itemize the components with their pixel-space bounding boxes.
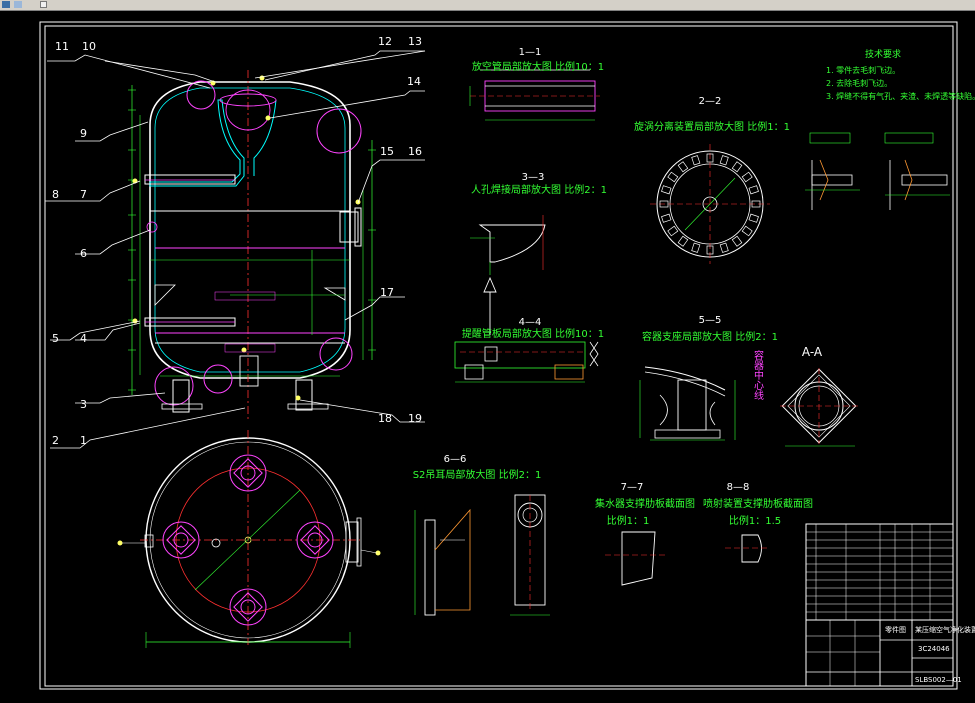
callout-2[interactable]: 2 <box>52 434 59 447</box>
callout-7[interactable]: 7 <box>80 188 87 201</box>
section-7-7: 7—7 <box>621 482 644 493</box>
cad-drawing-canvas[interactable]: 11 10 12 13 14 9 8 7 6 5 4 3 2 1 15 16 1… <box>0 10 975 703</box>
gear-tooth <box>731 235 743 247</box>
section-1-1-title: 放空管局部放大图 比例10：1 <box>472 60 604 73</box>
section-8-8: 8—8 <box>727 482 750 493</box>
detail-1-1 <box>469 69 600 121</box>
tech-req-title: 技术要求 <box>865 48 901 60</box>
gear-tooth <box>667 225 679 237</box>
detail-a-a <box>780 368 858 447</box>
detail-6-6 <box>414 494 550 616</box>
gear-tooth <box>661 213 672 223</box>
gear-tooth <box>691 155 701 166</box>
callout-9[interactable]: 9 <box>80 127 87 140</box>
callout-10[interactable]: 10 <box>82 40 96 53</box>
section-8-8-title: 喷射装置支撑肋板截面图 <box>703 497 813 510</box>
vessel-centerline-label: 容器中心线 <box>752 349 764 400</box>
section-5-5-title: 容器支座局部放大图 比例2：1 <box>642 330 778 343</box>
document-icon[interactable] <box>40 1 47 8</box>
section-3-3-title: 人孔焊接局部放大图 比例2：1 <box>471 183 607 196</box>
detail-8-8 <box>725 534 768 563</box>
section-2-2: 2—2 <box>699 96 722 107</box>
callout-6[interactable]: 6 <box>80 247 87 260</box>
title-block-name: 某压缩空气净化装置 <box>915 625 975 634</box>
section-labels: 1—1 放空管局部放大图 比例10：1 2—2 旋涡分离装置局部放大图 比例1：… <box>413 47 823 527</box>
gear-tooth <box>677 235 689 247</box>
callout-3[interactable]: 3 <box>80 398 87 411</box>
section-7-7-title: 集水器支撑肋板截面图 <box>595 497 695 510</box>
callout-11[interactable]: 11 <box>55 40 69 53</box>
gear-tooth <box>719 155 729 166</box>
callout-15[interactable]: 15 <box>380 145 394 158</box>
section-3-3: 3—3 <box>522 172 545 183</box>
callout-4[interactable]: 4 <box>80 332 87 345</box>
callout-numbers: 11 10 12 13 14 9 8 7 6 5 4 3 2 1 15 16 1… <box>52 35 422 447</box>
gear-tooth <box>731 161 743 173</box>
callout-19[interactable]: 19 <box>408 412 422 425</box>
detail-5-5 <box>639 366 736 441</box>
app-icon[interactable] <box>2 1 10 8</box>
callout-16[interactable]: 16 <box>408 145 422 158</box>
gear-tooth <box>741 225 753 237</box>
vessel-elevation <box>128 70 376 420</box>
detail-4-4 <box>454 341 599 383</box>
vessel-plan-view <box>117 430 381 648</box>
section-4-4: 4—4 <box>519 317 542 328</box>
section-2-2-title: 旋涡分离装置局部放大图 比例1：1 <box>634 120 790 133</box>
title-block-number: SLBS002—01 <box>915 676 962 684</box>
detail-7-7 <box>605 531 665 586</box>
section-8-8-scale: 比例1：1.5 <box>729 514 781 527</box>
section-6-6: 6—6 <box>444 454 467 465</box>
gear-tooth <box>661 185 672 195</box>
toolbar-icon[interactable] <box>14 1 22 8</box>
detail-2-2 <box>650 144 770 264</box>
section-a-a: A-A <box>802 345 823 359</box>
gear-tooth <box>667 171 679 183</box>
title-block-drawing: 3C24046 <box>918 645 950 653</box>
title-block-text: 零件图 某压缩空气净化装置 3C24046 SLBS002—01 <box>885 625 975 684</box>
gear-tooth <box>741 171 753 183</box>
callout-12[interactable]: 12 <box>378 35 392 48</box>
callout-18[interactable]: 18 <box>378 412 392 425</box>
title-block-part: 零件图 <box>885 625 906 634</box>
callout-5[interactable]: 5 <box>52 332 59 345</box>
section-4-4-title: 提醒管板局部放大图 比例10：1 <box>462 327 604 340</box>
callout-17[interactable]: 17 <box>380 286 394 299</box>
section-5-5: 5—5 <box>699 315 722 326</box>
section-1-1: 1—1 <box>519 47 542 58</box>
callout-13[interactable]: 13 <box>408 35 422 48</box>
callout-leaders <box>45 50 426 449</box>
callout-1[interactable]: 1 <box>80 434 87 447</box>
detail-section-fins <box>805 132 950 210</box>
gear-tooth <box>691 242 701 253</box>
tech-req-item-2: 2. 去除毛刺飞边。 <box>826 78 892 88</box>
tech-req-item-3: 3. 焊缝不得有气孔、夹渣、未焊透等缺陷。 <box>826 91 975 101</box>
section-7-7-scale: 比例1：1 <box>607 514 650 527</box>
gear-tooth <box>748 185 759 195</box>
tech-req-item-1: 1. 零件去毛刺飞边。 <box>826 65 900 75</box>
callout-8[interactable]: 8 <box>52 188 59 201</box>
gear-tooth <box>719 242 729 253</box>
section-6-6-title: S2吊耳局部放大图 比例2：1 <box>413 468 542 481</box>
callout-14[interactable]: 14 <box>407 75 421 88</box>
title-block <box>805 523 954 687</box>
gear-tooth <box>677 161 689 173</box>
gear-tooth <box>748 213 759 223</box>
